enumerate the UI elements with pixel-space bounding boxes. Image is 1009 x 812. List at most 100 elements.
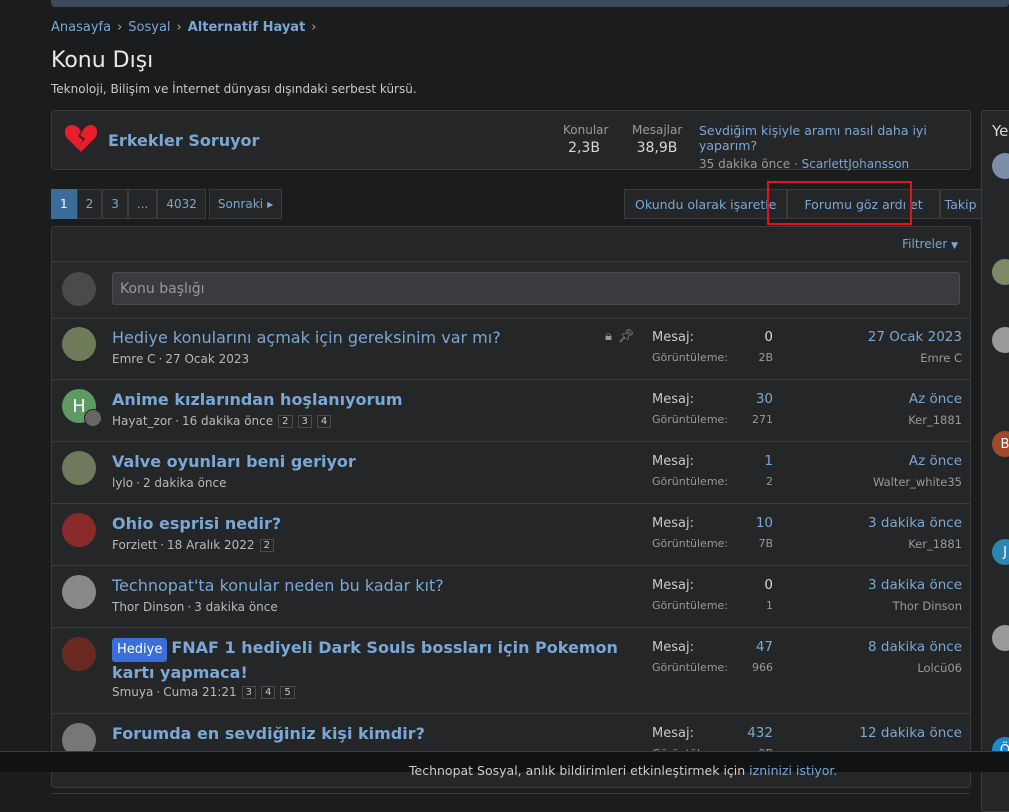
page-2-button[interactable]: 2 (76, 189, 103, 219)
avatar[interactable] (992, 327, 1009, 353)
chevron-right-icon: › (176, 20, 182, 35)
top-strip (51, 0, 1009, 7)
replies-label: Mesaj: (652, 454, 694, 469)
thread-author[interactable]: Thor Dinson (112, 600, 184, 614)
avatar[interactable] (62, 637, 96, 671)
breadcrumb-current[interactable]: Alternatif Hayat (188, 20, 306, 35)
avatar[interactable]: H (62, 389, 102, 427)
avatar[interactable] (992, 625, 1009, 651)
thread-title-text[interactable]: Forumda en sevdiğiniz kişi kimdir? (112, 724, 425, 743)
thread-date[interactable]: 27 Ocak 2023 (165, 352, 249, 366)
views-label: Görüntüleme: (652, 351, 729, 364)
thread-title-text[interactable]: Anime kızlarından hoşlanıyorum (112, 390, 402, 409)
thread-title[interactable]: Forumda en sevdiğiniz kişi kimdir? (112, 723, 632, 745)
last-post-time[interactable]: 12 dakika önce (859, 725, 962, 741)
thread-row[interactable]: Hediye FNAF 1 hediyeli Dark Souls bosslar… (52, 627, 970, 714)
chevron-right-icon[interactable]: › (311, 20, 316, 35)
replies-count[interactable]: 47 (756, 639, 773, 655)
mark-read-button[interactable]: Okundu olarak işaretle (624, 189, 788, 219)
replies-count[interactable]: 10 (756, 515, 773, 531)
thread-row[interactable]: Hediye konularını açmak için gereksinim … (52, 317, 970, 380)
thread-date[interactable]: 18 Aralık 2022 (167, 538, 255, 552)
replies-label: Mesaj: (652, 330, 694, 345)
breadcrumb-social[interactable]: Sosyal (128, 20, 170, 35)
filters-label: Filtreler (902, 237, 948, 251)
thread-title-text[interactable]: Hediye konularını açmak için gereksinim … (112, 328, 501, 347)
thread-meta: Forziett · 18 Aralık 2022 2 (112, 538, 274, 552)
pin-icon: 📌︎ (617, 329, 635, 344)
last-post-time[interactable]: 8 dakika önce (868, 639, 962, 655)
thread-row[interactable]: Technopat'ta konular neden bu kadar kıt?… (52, 565, 970, 628)
page-3-button[interactable]: 3 (102, 189, 128, 219)
avatar[interactable] (62, 513, 96, 547)
thread-page-link[interactable]: 4 (316, 414, 332, 428)
last-post-user[interactable]: Thor Dinson (893, 599, 962, 613)
avatar[interactable] (62, 451, 96, 485)
subforum-card: Erkekler Soruyor Konular 2,3B Mesajlar 3… (51, 110, 971, 171)
thread-page-link[interactable]: 3 (241, 685, 257, 699)
thread-author[interactable]: Emre C (112, 352, 156, 366)
thread-title[interactable]: Hediye FNAF 1 hediyeli Dark Souls bosslar… (112, 637, 632, 684)
thread-prefix-badge[interactable]: Hediye (112, 638, 168, 662)
replies-count[interactable]: 30 (756, 391, 773, 407)
avatar[interactable] (992, 153, 1009, 179)
avatar[interactable]: J (992, 539, 1009, 565)
avatar (62, 272, 96, 306)
replies-count[interactable]: 432 (747, 725, 773, 741)
thread-author[interactable]: Hayat_zor (112, 414, 172, 428)
avatar[interactable] (992, 259, 1009, 285)
thread-date[interactable]: 3 dakika önce (194, 600, 278, 614)
avatar[interactable]: B (992, 431, 1009, 457)
thread-title-text[interactable]: Valve oyunları beni geriyor (112, 452, 356, 471)
thread-row[interactable]: H Anime kızlarından hoşlanıyorum Hayat_zor… (52, 379, 970, 442)
thread-title[interactable]: Technopat'ta konular neden bu kadar kıt? (112, 575, 632, 597)
subforum-name[interactable]: Erkekler Soruyor (108, 131, 259, 150)
avatar (84, 409, 102, 427)
thread-title[interactable]: Hediye konularını açmak için gereksinim … (112, 327, 632, 349)
avatar[interactable] (62, 575, 96, 609)
last-post-time[interactable]: 3 dakika önce (868, 515, 962, 531)
thread-author[interactable]: Smuya (112, 685, 153, 699)
thread-page-link[interactable]: 4 (261, 685, 276, 699)
last-post-user[interactable]: Emre C (920, 351, 962, 365)
thread-page-link[interactable]: 2 (278, 414, 293, 428)
thread-author[interactable]: Forziett (112, 538, 157, 552)
thread-page-link[interactable]: 3 (297, 414, 312, 428)
last-post-user[interactable]: Lolcü06 (917, 661, 962, 675)
thread-page-link[interactable]: 5 (280, 685, 295, 699)
thread-page-link[interactable]: 2 (259, 538, 274, 552)
thread-date[interactable]: Cuma 21:21 (163, 685, 236, 699)
filters-button[interactable]: Filtreler ▼ (902, 237, 958, 251)
thread-title-text[interactable]: Ohio esprisi nedir? (112, 514, 281, 533)
page-ellipsis-button[interactable]: ... (127, 189, 158, 219)
last-post-user[interactable]: Walter_white35 (873, 475, 962, 489)
thread-title[interactable]: Anime kızlarından hoşlanıyorum (112, 389, 632, 411)
thread-title-text[interactable]: Technopat'ta konular neden bu kadar kıt? (112, 576, 444, 595)
last-post-time[interactable]: 27 Ocak 2023 (868, 329, 962, 345)
last-post-user[interactable]: Ker_1881 (908, 413, 962, 427)
subforum-threads-stat: Konular 2,3B (563, 123, 608, 156)
last-post-time[interactable]: Az önce (909, 391, 962, 407)
page-last-button[interactable]: 4032 (157, 189, 206, 219)
thread-row[interactable]: Ohio esprisi nedir? Forziett · 18 Aralık 20… (52, 503, 970, 566)
thread-date[interactable]: 16 dakika önce (182, 414, 273, 428)
page-1-button[interactable]: 1 (51, 189, 77, 219)
last-post-user[interactable]: Ker_1881 (908, 537, 962, 551)
latest-thread-link[interactable]: Sevdiğim kişiyle aramı nasıl daha iyi ya… (699, 123, 970, 153)
thread-title[interactable]: Ohio esprisi nedir? (112, 513, 632, 535)
last-post-time[interactable]: Az önce (909, 453, 962, 469)
thread-author[interactable]: lylo (112, 476, 133, 490)
next-page-button[interactable]: Sonraki ▶ (208, 189, 283, 219)
thread-title-text[interactable]: FNAF 1 hediyeli Dark Souls bossları için… (112, 638, 618, 682)
replies-label: Mesaj: (652, 516, 694, 531)
replies-count: 0 (764, 577, 773, 593)
thread-row[interactable]: Valve oyunları beni geriyor lylo · 2 dakika… (52, 441, 970, 504)
breadcrumb-home[interactable]: Anasayfa (51, 20, 111, 35)
thread-title-input[interactable]: Konu başlığı (112, 272, 960, 305)
avatar[interactable] (62, 327, 96, 361)
replies-count[interactable]: 1 (764, 453, 773, 469)
thread-title[interactable]: Valve oyunları beni geriyor (112, 451, 632, 473)
latest-user-link[interactable]: ScarlettJohansson (802, 157, 910, 171)
last-post-time[interactable]: 3 dakika önce (868, 577, 962, 593)
thread-date[interactable]: 2 dakika önce (143, 476, 227, 490)
